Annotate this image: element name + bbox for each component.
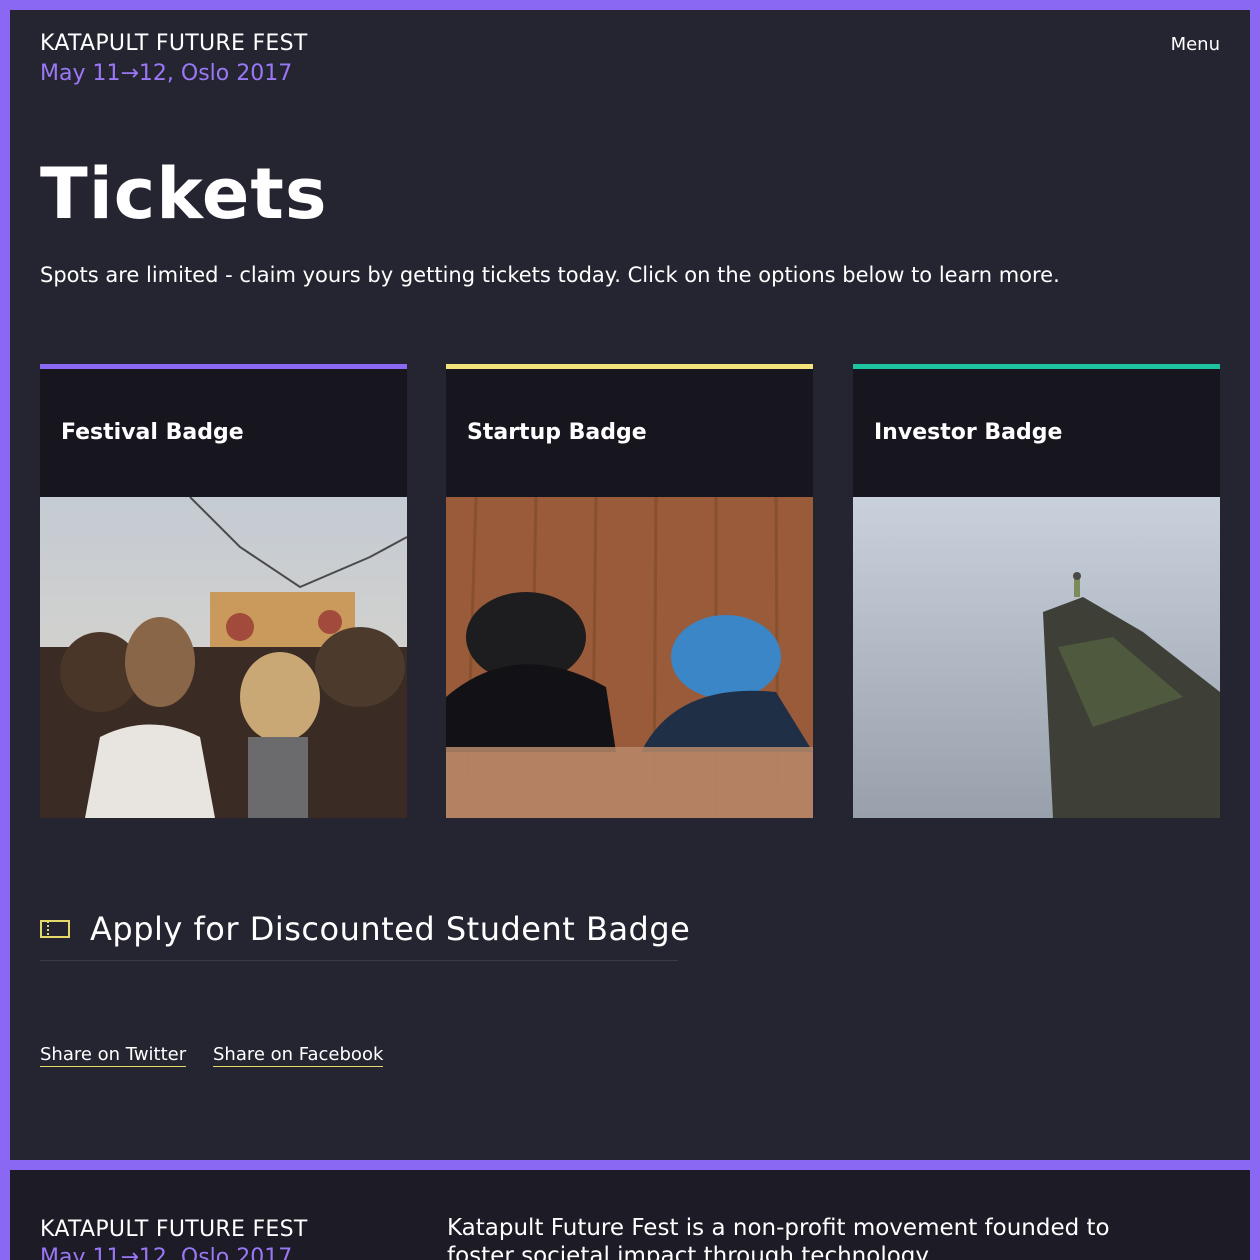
share-twitter-link[interactable]: Share on Twitter: [40, 1044, 187, 1067]
startup-desk-photo: [446, 497, 813, 818]
student-badge-link[interactable]: Apply for Discounted Student Badge: [40, 906, 690, 961]
main-panel: KATAPULT FUTURE FEST May 11→12, Oslo 201…: [10, 10, 1250, 1160]
card-title: Investor Badge: [874, 420, 1063, 445]
menu-button[interactable]: Menu: [1171, 34, 1220, 55]
footer-about-text: Katapult Future Fest is a non-profit mov…: [447, 1215, 1110, 1260]
card-accent-bar: [40, 364, 407, 369]
investor-cliff-photo: [853, 497, 1220, 818]
brand-name[interactable]: KATAPULT FUTURE FEST: [40, 30, 308, 58]
event-date: May 11→12, Oslo 2017: [40, 61, 293, 86]
festival-badge-card[interactable]: Festival Badge: [40, 364, 407, 818]
ticket-icon: [40, 920, 70, 938]
card-title: Startup Badge: [467, 420, 647, 445]
investor-badge-card[interactable]: Investor Badge: [853, 364, 1220, 818]
student-badge-label: Apply for Discounted Student Badge: [90, 910, 691, 948]
festival-crowd-photo: [40, 497, 407, 818]
footer-event-date: May 11→12, Oslo 2017: [40, 1245, 293, 1260]
footer-brand-name[interactable]: KATAPULT FUTURE FEST: [40, 1216, 308, 1244]
card-accent-bar: [446, 364, 813, 369]
card-accent-bar: [853, 364, 1220, 369]
share-facebook-link[interactable]: Share on Facebook: [213, 1044, 384, 1067]
page-title: Tickets: [40, 153, 328, 235]
site-footer: KATAPULT FUTURE FEST May 11→12, Oslo 201…: [10, 1170, 1250, 1260]
page-intro: Spots are limited - claim yours by getti…: [40, 263, 1060, 287]
card-title: Festival Badge: [61, 420, 244, 445]
startup-badge-card[interactable]: Startup Badge: [446, 364, 813, 818]
